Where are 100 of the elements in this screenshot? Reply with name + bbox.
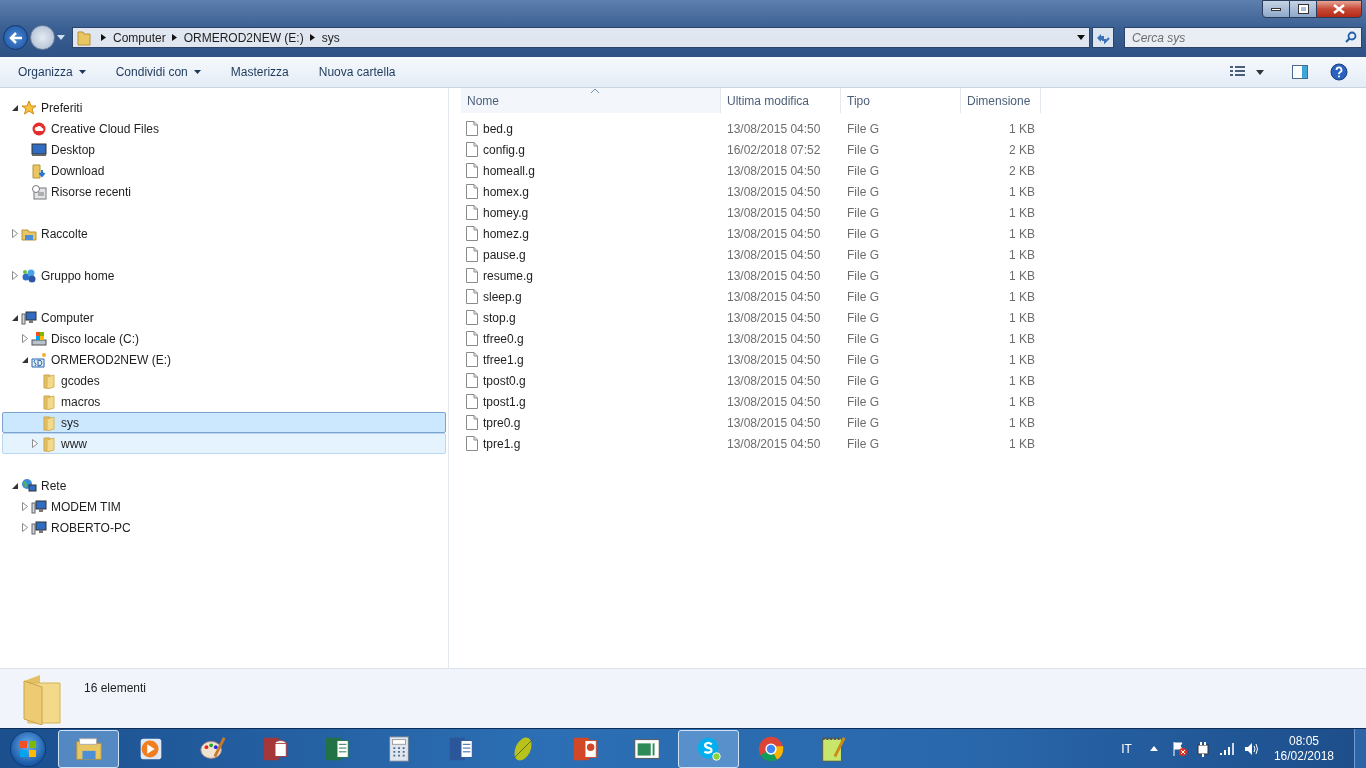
nav-item[interactable]: Computer <box>2 307 446 328</box>
breadcrumb-separator-icon[interactable] <box>171 34 178 41</box>
file-name[interactable]: homey.g <box>483 203 529 222</box>
action-center-flag-icon[interactable] <box>1171 740 1188 757</box>
file-name[interactable]: pause.g <box>483 245 526 264</box>
expand-arrow-icon[interactable] <box>22 502 28 511</box>
column-header[interactable]: Tipo <box>841 88 961 113</box>
file-icon <box>466 352 478 367</box>
breadcrumb-separator-icon[interactable] <box>101 34 107 41</box>
nav-item[interactable]: MODEM TIM <box>2 496 446 517</box>
breadcrumb-separator-icon[interactable] <box>309 34 316 41</box>
collapse-arrow-icon[interactable] <box>12 314 18 321</box>
file-name[interactable]: homex.g <box>483 182 530 201</box>
nav-item[interactable]: Download <box>2 160 446 181</box>
file-name[interactable]: bed.g <box>483 119 514 138</box>
file-size: 1 KB <box>1008 372 1036 390</box>
column-header[interactable]: Nome <box>461 88 721 113</box>
clock[interactable]: 08:05 16/02/2018 <box>1273 733 1334 764</box>
computer-icon <box>31 519 47 536</box>
column-header[interactable]: Ultima modifica <box>721 88 841 113</box>
taskbar-button[interactable] <box>58 729 119 768</box>
nav-item[interactable]: Creative Cloud Files <box>2 118 446 139</box>
file-size: 2 KB <box>1008 162 1036 180</box>
toolbar-button[interactable]: Nuova cartella <box>308 61 406 83</box>
file-size: 1 KB <box>1008 267 1036 285</box>
nav-item[interactable]: Risorse recenti <box>2 181 446 202</box>
file-name[interactable]: sleep.g <box>483 287 522 306</box>
nav-item[interactable]: Gruppo home <box>2 265 446 286</box>
breadcrumb-segment[interactable]: ORMEROD2NEW (E:) <box>181 28 306 47</box>
computer-icon <box>31 498 47 515</box>
column-header[interactable]: Dimensione <box>961 88 1041 113</box>
file-name[interactable]: tfree1.g <box>483 350 524 369</box>
nav-item[interactable]: ROBERTO-PC <box>2 517 446 538</box>
nav-item[interactable]: macros <box>2 391 446 412</box>
dropdown-arrow-icon[interactable] <box>1256 69 1264 75</box>
search-icon[interactable] <box>1345 31 1357 43</box>
file-icon <box>466 121 478 136</box>
minimize-button[interactable] <box>1262 0 1290 18</box>
nav-item[interactable]: Desktop <box>2 139 446 160</box>
show-hidden-icons-button[interactable] <box>1149 746 1158 751</box>
file-name[interactable]: config.g <box>483 140 526 159</box>
nav-item[interactable]: gcodes <box>2 370 446 391</box>
modified-date: 13/08/2015 04:50 <box>726 120 822 138</box>
file-size: 1 KB <box>1008 246 1036 264</box>
expand-arrow-icon[interactable] <box>22 523 28 532</box>
nav-item[interactable]: Rete <box>2 475 446 496</box>
toolbar-button[interactable]: Masterizza <box>220 61 299 83</box>
nav-item[interactable]: sys <box>2 412 446 433</box>
file-icon <box>466 226 478 241</box>
volume-icon[interactable] <box>1243 741 1260 756</box>
sort-ascending-icon <box>590 89 599 93</box>
file-size: 1 KB <box>1008 309 1036 327</box>
back-button[interactable] <box>3 25 28 50</box>
expand-arrow-icon[interactable] <box>12 271 18 280</box>
nav-item[interactable]: Preferiti <box>2 97 446 118</box>
file-name[interactable]: tpost1.g <box>483 392 526 411</box>
file-name[interactable]: tfree0.g <box>483 329 524 348</box>
file-name[interactable]: homeall.g <box>483 161 536 180</box>
collapse-arrow-icon[interactable] <box>12 104 18 111</box>
show-desktop-button[interactable] <box>1354 728 1366 768</box>
expand-arrow-icon[interactable] <box>12 229 18 238</box>
breadcrumb-segment[interactable]: Computer <box>111 28 168 47</box>
start-button[interactable] <box>10 730 46 767</box>
expand-arrow-icon[interactable] <box>22 334 28 343</box>
modified-date: 13/08/2015 04:50 <box>726 435 822 453</box>
preview-pane-icon[interactable] <box>1292 65 1308 79</box>
address-bar[interactable]: Computer ORMEROD2NEW (E:) sys <box>72 27 1090 48</box>
file-name[interactable]: tpre1.g <box>483 434 521 453</box>
help-icon[interactable] <box>1330 63 1348 81</box>
view-options-icon[interactable] <box>1230 66 1246 78</box>
signal-bars-icon[interactable] <box>1219 742 1236 755</box>
toolbar-button[interactable]: Condividi con <box>105 61 211 83</box>
power-plug-icon[interactable] <box>1195 740 1210 757</box>
breadcrumb-segment[interactable]: sys <box>319 28 342 47</box>
file-size: 1 KB <box>1008 351 1036 369</box>
taskbar-button[interactable] <box>678 729 739 768</box>
file-name[interactable]: tpost0.g <box>483 371 526 390</box>
file-type: File G <box>846 246 880 264</box>
dropdown-arrow-icon[interactable] <box>1077 35 1085 40</box>
restore-button[interactable] <box>1290 0 1316 18</box>
nav-item[interactable]: www <box>2 433 446 454</box>
collapse-arrow-icon[interactable] <box>22 356 28 363</box>
history-dropdown-icon[interactable] <box>57 34 65 41</box>
nav-item[interactable]: Disco locale (C:) <box>2 328 446 349</box>
file-name[interactable]: stop.g <box>483 308 516 327</box>
refresh-button[interactable] <box>1092 27 1114 48</box>
nav-item[interactable]: Raccolte <box>2 223 446 244</box>
file-name[interactable]: homez.g <box>483 224 530 243</box>
close-button[interactable] <box>1316 0 1362 18</box>
forward-button[interactable] <box>30 25 55 50</box>
file-type: File G <box>846 372 880 390</box>
file-name[interactable]: tpre0.g <box>483 413 521 432</box>
nav-item[interactable]: ORMEROD2NEW (E:) <box>2 349 446 370</box>
modified-date: 13/08/2015 04:50 <box>726 351 822 369</box>
toolbar-button[interactable]: Organizza <box>8 61 96 83</box>
search-field[interactable]: Cerca sys <box>1124 27 1362 48</box>
collapse-arrow-icon[interactable] <box>12 482 18 489</box>
file-name[interactable]: resume.g <box>483 266 534 285</box>
language-indicator[interactable]: IT <box>1121 739 1132 758</box>
expand-arrow-icon[interactable] <box>32 439 38 448</box>
